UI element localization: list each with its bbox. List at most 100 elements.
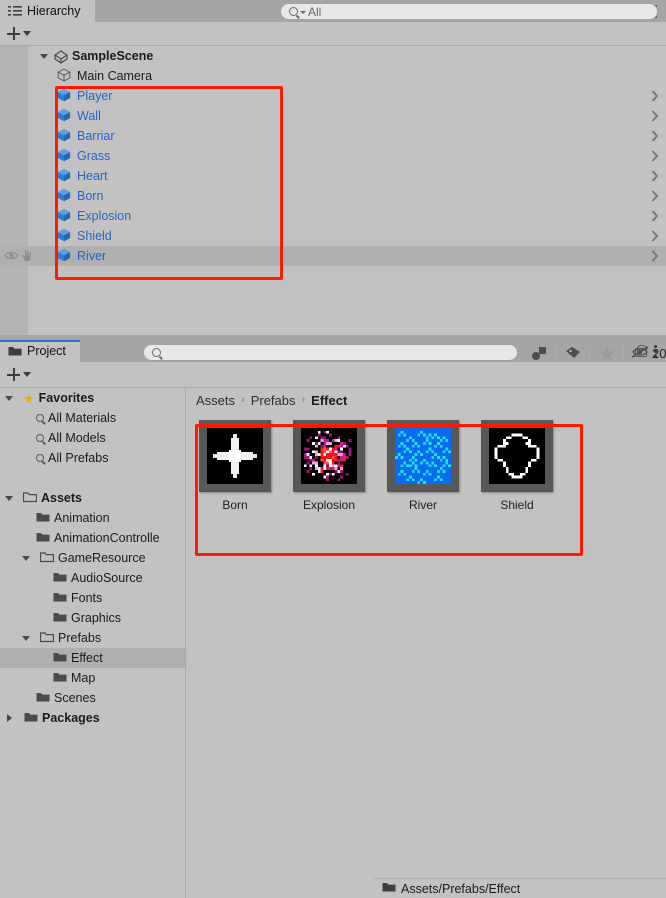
hidden-packages-toggle[interactable]: 20 — [624, 345, 666, 362]
asset-item-explosion[interactable]: Explosion — [290, 420, 368, 512]
hierarchy-row-main-camera[interactable]: Main Camera — [0, 66, 666, 86]
asset-thumbnail[interactable] — [387, 420, 459, 492]
asset-name-label: Born — [222, 498, 248, 512]
asset-item-born[interactable]: Born — [196, 420, 274, 512]
folder-icon — [53, 671, 67, 686]
hierarchy-row-explosion[interactable]: Explosion — [0, 206, 666, 226]
chevron-down-icon — [23, 372, 31, 377]
tab-project[interactable]: Project — [0, 340, 80, 362]
expand-arrow-icon[interactable] — [5, 395, 13, 401]
tab-hierarchy[interactable]: Hierarchy — [0, 0, 95, 22]
hierarchy-tree: SampleScene Main Camera Player Wall Barr… — [0, 46, 666, 340]
folder-icon — [8, 345, 22, 358]
expand-arrow-icon[interactable] — [22, 555, 30, 561]
project-split: ★ Favorites All Materials All Models All Pre… — [0, 388, 666, 898]
hierarchy-tree-icon — [8, 5, 22, 18]
project-folder-tree: ★ Favorites All Materials All Models All Pre… — [0, 388, 186, 898]
project-tree-item-scenes[interactable]: Scenes — [0, 688, 185, 708]
chevron-down-icon — [23, 31, 31, 36]
chevron-right-icon[interactable] — [651, 110, 659, 122]
project-tree-item-audiosource[interactable]: AudioSource — [0, 568, 185, 588]
chevron-right-icon[interactable] — [651, 210, 659, 222]
chevron-right-icon[interactable] — [651, 130, 659, 142]
search-icon — [152, 348, 161, 357]
project-tree-item-favorites[interactable]: ★ Favorites — [0, 388, 185, 408]
project-tree-label: All Materials — [48, 411, 117, 425]
project-panel: Project 20 ★ Favorites All Materials All… — [0, 340, 666, 898]
hierarchy-row-scene[interactable]: SampleScene — [0, 46, 666, 66]
project-tree-label: Favorites — [38, 391, 95, 405]
prefab-cube-icon — [57, 108, 71, 125]
asset-grid: Born Explosion River Shield — [196, 420, 556, 512]
hierarchy-search-placeholder: All — [308, 4, 322, 19]
chevron-right-icon[interactable] — [651, 150, 659, 162]
asset-name-label: Explosion — [302, 498, 356, 512]
breadcrumb-item-prefabs[interactable]: Prefabs — [251, 393, 296, 408]
asset-item-shield[interactable]: Shield — [478, 420, 556, 512]
expand-arrow-icon[interactable] — [40, 53, 48, 59]
project-tree-item-all-materials[interactable]: All Materials — [0, 408, 185, 428]
chevron-right-icon[interactable] — [651, 190, 659, 202]
project-tree-label: GameResource — [58, 551, 146, 565]
hierarchy-search-input[interactable]: All — [280, 3, 658, 20]
hierarchy-row-born[interactable]: Born — [0, 186, 666, 206]
expand-arrow-icon[interactable] — [5, 495, 13, 501]
shapes-filter-icon[interactable] — [522, 346, 556, 360]
project-add-button[interactable] — [0, 363, 38, 387]
visibility-eye-icon[interactable] — [4, 250, 19, 264]
chevron-right-icon[interactable] — [651, 250, 659, 262]
asset-thumbnail[interactable] — [199, 420, 271, 492]
hierarchy-item-label: Explosion — [77, 209, 132, 223]
project-tree-item-prefabs[interactable]: Prefabs — [0, 628, 185, 648]
search-icon — [289, 7, 306, 16]
hierarchy-item-label: Main Camera — [77, 69, 153, 83]
folder-open-icon — [22, 491, 38, 506]
status-path-label: Assets/Prefabs/Effect — [401, 881, 521, 896]
hierarchy-item-label: Born — [77, 189, 104, 203]
label-tag-icon[interactable] — [556, 346, 590, 360]
project-tree-item-graphics[interactable]: Graphics — [0, 608, 185, 628]
asset-item-river[interactable]: River — [384, 420, 462, 512]
hidden-packages-count: 20 — [652, 345, 666, 361]
project-tree-item-map[interactable]: Map — [0, 668, 185, 688]
hierarchy-row-barriar[interactable]: Barriar — [0, 126, 666, 146]
project-tree-item-all-models[interactable]: All Models — [0, 428, 185, 448]
prefab-cube-icon — [57, 228, 71, 245]
project-search-input[interactable] — [143, 344, 518, 361]
plus-icon — [7, 368, 20, 381]
asset-thumbnail[interactable] — [293, 420, 365, 492]
chevron-right-icon[interactable] — [651, 90, 659, 102]
breadcrumb-item-assets[interactable]: Assets — [196, 393, 235, 408]
hierarchy-row-grass[interactable]: Grass — [0, 146, 666, 166]
expand-arrow-icon[interactable] — [22, 635, 30, 641]
hierarchy-item-label: Grass — [77, 149, 111, 163]
folder-icon — [36, 531, 50, 546]
project-tree-item-effect[interactable]: Effect — [0, 648, 185, 668]
hierarchy-item-label: Wall — [77, 109, 101, 123]
project-tree-item-fonts[interactable]: Fonts — [0, 588, 185, 608]
asset-thumbnail[interactable] — [481, 420, 553, 492]
project-tree-item-animationcontrolle[interactable]: AnimationControlle — [0, 528, 185, 548]
hierarchy-row-wall[interactable]: Wall — [0, 106, 666, 126]
search-icon — [36, 454, 44, 462]
project-tree-item-assets[interactable]: Assets — [0, 488, 185, 508]
chevron-right-icon[interactable] — [651, 170, 659, 182]
favorite-star-icon[interactable] — [590, 345, 624, 361]
chevron-right-icon[interactable] — [651, 230, 659, 242]
scene-icon — [53, 49, 69, 64]
hierarchy-add-button[interactable] — [0, 22, 38, 46]
hierarchy-row-heart[interactable]: Heart — [0, 166, 666, 186]
hierarchy-row-shield[interactable]: Shield — [0, 226, 666, 246]
project-tree-label: AnimationControlle — [54, 531, 160, 545]
collapse-arrow-icon[interactable] — [7, 714, 12, 722]
folder-open-icon — [39, 551, 55, 566]
prefab-cube-icon — [57, 148, 71, 165]
project-tree-item-all-prefabs[interactable]: All Prefabs — [0, 448, 185, 468]
breadcrumb-item-effect[interactable]: Effect — [311, 393, 347, 408]
project-tree-item-gameresource[interactable]: GameResource — [0, 548, 185, 568]
project-tree-item-animation[interactable]: Animation — [0, 508, 185, 528]
hierarchy-row-river[interactable]: River — [0, 246, 666, 266]
hierarchy-row-player[interactable]: Player — [0, 86, 666, 106]
project-tree-item-packages[interactable]: Packages — [0, 708, 185, 728]
pickability-hand-icon[interactable] — [21, 249, 33, 265]
